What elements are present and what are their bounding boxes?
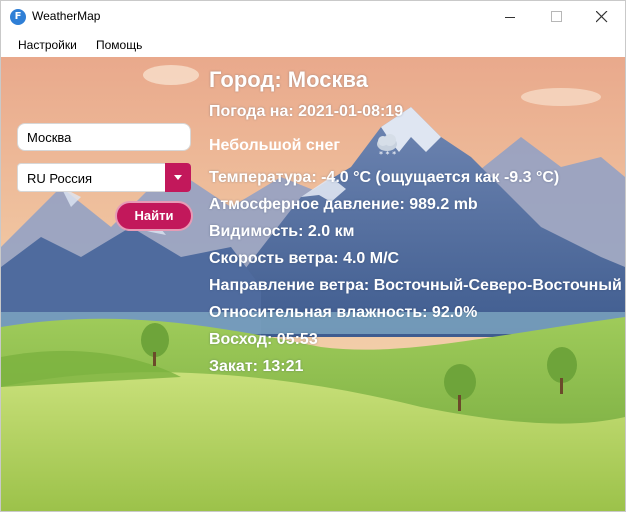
wind-direction-text: Направление ветра: Восточный-Северо-Вост… [209, 277, 622, 294]
title-bar[interactable]: F WeatherMap [1, 1, 625, 33]
close-icon [596, 11, 608, 23]
humidity-text: Относительная влажность: 92.0% [209, 304, 478, 321]
snow-cloud-icon: * * * [377, 134, 397, 159]
country-select-value: RU Россия [27, 171, 93, 186]
app-logo-icon: F [10, 9, 26, 25]
search-button[interactable]: Найти [115, 201, 193, 231]
forecast-date: Погода на: 2021-01-08:19 [209, 103, 404, 120]
close-button[interactable] [579, 1, 625, 33]
window-title: WeatherMap [32, 9, 101, 23]
pressure-text: Атмосферное давление: 989.2 mb [209, 196, 478, 213]
menu-settings[interactable]: Настройки [18, 38, 77, 52]
country-select[interactable]: RU Россия [17, 163, 191, 192]
minimize-button[interactable] [487, 1, 533, 33]
visibility-text: Видимость: 2.0 км [209, 223, 355, 240]
city-heading: Город: Москва [209, 67, 368, 92]
main-content: RU Россия Найти Город: Москва Погода на:… [1, 57, 625, 511]
app-window: F WeatherMap Настройки Помощь Москва RU … [0, 0, 626, 512]
sunrise-text: Восход: 05:53 [209, 331, 318, 348]
temperature-text: Температура: -4.0 °C (ощущается как -9.3… [209, 169, 560, 186]
condition-text: Небольшой снег [209, 137, 341, 154]
maximize-button[interactable] [533, 1, 579, 33]
menu-help[interactable]: Помощь [96, 38, 142, 52]
chevron-down-icon[interactable] [165, 163, 191, 192]
wind-speed-text: Скорость ветра: 4.0 М/С [209, 250, 400, 267]
svg-text:* * *: * * * [379, 150, 396, 159]
sunset-text: Закат: 13:21 [209, 358, 304, 375]
menu-bar: Настройки Помощь [1, 33, 625, 57]
city-input[interactable] [17, 123, 191, 151]
